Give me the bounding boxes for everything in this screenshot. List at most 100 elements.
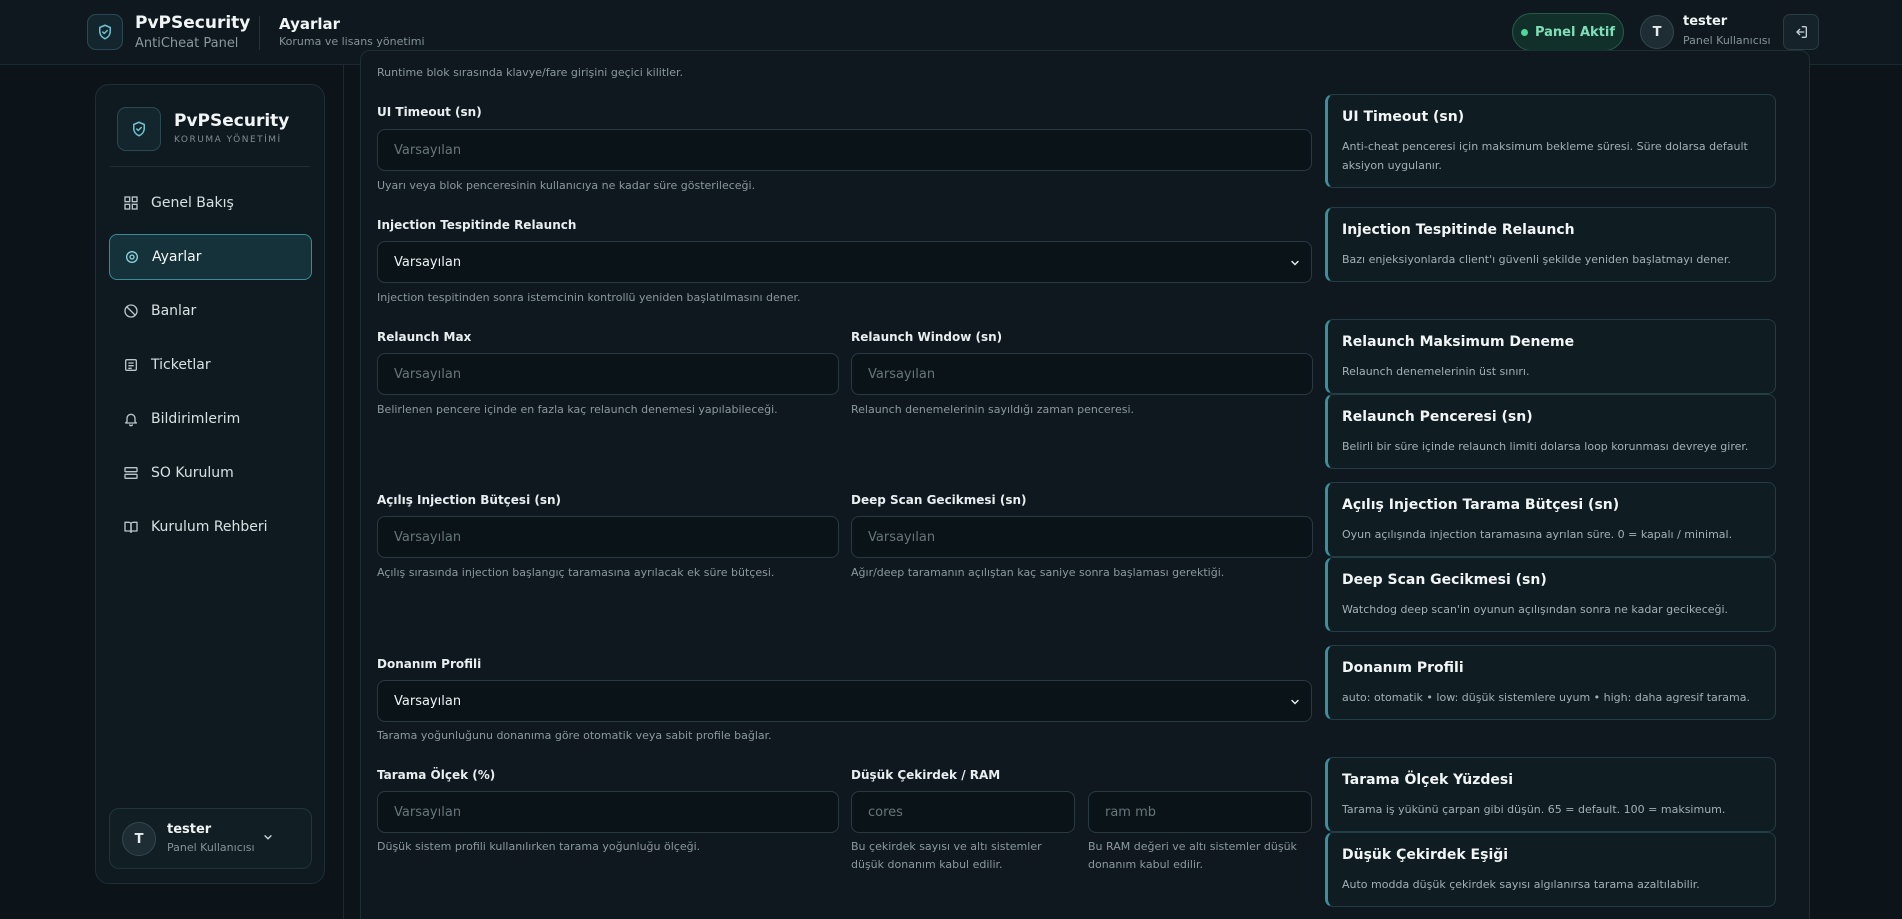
info-card-ui-timeout: UI Timeout (sn) Anti-cheat penceresi içi… xyxy=(1325,94,1776,188)
bell-icon xyxy=(125,413,137,427)
sidebar-item-bildirimlerim[interactable]: Bildirimlerim xyxy=(109,396,312,442)
info-card-title: Injection Tespitinde Relaunch xyxy=(1342,222,1575,238)
header-user-name: tester xyxy=(1683,14,1728,29)
sidebar-item-genel-bakis[interactable]: Genel Bakış xyxy=(109,180,312,226)
info-card-startup-budget: Açılış Injection Tarama Bütçesi (sn) Oyu… xyxy=(1325,482,1776,557)
info-card-title: UI Timeout (sn) xyxy=(1342,109,1465,125)
shield-check-icon xyxy=(117,107,161,151)
startup-budget-hint: Açılış sırasında injection başlangıç tar… xyxy=(377,566,775,579)
server-icon xyxy=(124,467,138,479)
low-ram-input[interactable] xyxy=(1088,791,1312,833)
ui-timeout-input[interactable] xyxy=(377,129,1312,171)
info-card-relaunch-max: Relaunch Maksimum Deneme Relaunch deneme… xyxy=(1325,319,1776,394)
injection-relaunch-value: Varsayılan xyxy=(394,254,462,270)
relaunch-window-label: Relaunch Window (sn) xyxy=(851,330,1003,344)
info-card-deep-scan-delay: Deep Scan Gecikmesi (sn) Watchdog deep s… xyxy=(1325,557,1776,632)
injection-relaunch-hint: Injection tespitinden sonra istemcinin k… xyxy=(377,291,801,304)
chevron-down-icon xyxy=(264,835,272,840)
info-card-hardware-profile: Donanım Profili auto: otomatik • low: dü… xyxy=(1325,645,1776,720)
sidebar-item-ticketlar[interactable]: Ticketlar xyxy=(109,342,312,388)
deep-scan-delay-hint: Ağır/deep taramanın açılıştan kaç saniye… xyxy=(851,566,1225,579)
ui-timeout-label: UI Timeout (sn) xyxy=(377,105,482,119)
info-card-title: Düşük Çekirdek Eşiği xyxy=(1342,847,1509,863)
low-core-ram-label: Düşük Çekirdek / RAM xyxy=(851,768,1001,782)
deep-scan-delay-input[interactable] xyxy=(851,516,1313,558)
hardware-profile-hint: Tarama yoğunluğunu donanıma göre otomati… xyxy=(377,729,772,742)
deep-scan-delay-label: Deep Scan Gecikmesi (sn) xyxy=(851,493,1027,507)
info-card-desc: Oyun açılışında injection taramasına ayr… xyxy=(1342,528,1733,541)
sidebar-item-so-kurulum[interactable]: SO Kurulum xyxy=(109,450,312,496)
sidebar-tagline: KORUMA YÖNETİMİ xyxy=(174,135,282,145)
info-card-desc: Tarama iş yükünü çarpan gibi düşün. 65 =… xyxy=(1342,803,1726,816)
hardware-profile-select[interactable]: Varsayılan xyxy=(377,680,1312,722)
scan-scale-label: Tarama Ölçek (%) xyxy=(377,768,496,782)
page-subtitle: Koruma ve lisans yönetimi xyxy=(279,35,425,48)
scan-scale-input[interactable] xyxy=(377,791,839,833)
info-card-title: Donanım Profili xyxy=(1342,660,1464,676)
brand-subtitle: AntiCheat Panel xyxy=(135,36,239,51)
sidebar-divider xyxy=(110,166,310,167)
dashboard-grid-icon xyxy=(124,196,138,210)
info-card-injection-relaunch: Injection Tespitinde Relaunch Bazı enjek… xyxy=(1325,207,1776,282)
sidebar-item-kurulum-rehberi[interactable]: Kurulum Rehberi xyxy=(109,504,312,550)
info-card-low-core: Düşük Çekirdek Eşiği Auto modda düşük çe… xyxy=(1325,832,1776,907)
info-card-title: Relaunch Maksimum Deneme xyxy=(1342,334,1575,350)
brand-name: PvPSecurity xyxy=(135,13,251,33)
status-dot-icon xyxy=(1520,28,1528,36)
content-divider xyxy=(343,65,344,919)
sidebar-item-label: Ticketlar xyxy=(151,357,211,373)
sidebar-user-menu[interactable]: T tester Panel Kullanıcısı xyxy=(109,808,312,869)
sidebar-user-role: Panel Kullanıcısı xyxy=(167,841,255,854)
hardware-profile-label: Donanım Profili xyxy=(377,657,482,671)
avatar: T xyxy=(122,822,156,856)
status-label: Panel Aktif xyxy=(1534,24,1616,40)
status-badge: Panel Aktif xyxy=(1512,13,1624,51)
runtime-block-hint: Runtime blok sırasında klavye/fare giriş… xyxy=(377,66,683,79)
injection-relaunch-select[interactable]: Varsayılan xyxy=(377,241,1312,283)
low-cores-hint: Bu çekirdek sayısı ve altı sistemler düş… xyxy=(851,840,1042,871)
ticket-icon xyxy=(125,359,137,371)
sidebar-item-label: Banlar xyxy=(151,303,197,319)
sidebar-item-label: Kurulum Rehberi xyxy=(151,519,268,535)
sidebar: PvPSecurity KORUMA YÖNETİMİ Genel Bakış … xyxy=(95,84,325,884)
sidebar-item-label: SO Kurulum xyxy=(151,465,234,481)
avatar[interactable]: T xyxy=(1640,15,1674,49)
header-divider xyxy=(259,16,260,50)
ban-icon xyxy=(124,304,138,318)
info-card-desc: Anti-cheat penceresi için maksimum bekle… xyxy=(1342,140,1748,172)
hardware-profile-value: Varsayılan xyxy=(394,693,462,709)
low-cores-input[interactable] xyxy=(851,791,1075,833)
relaunch-window-input[interactable] xyxy=(851,353,1313,395)
info-card-desc: Belirli bir süre içinde relaunch limiti … xyxy=(1342,440,1749,453)
startup-budget-label: Açılış Injection Bütçesi (sn) xyxy=(377,493,562,507)
shield-check-icon xyxy=(87,14,123,50)
info-card-title: Açılış Injection Tarama Bütçesi (sn) xyxy=(1342,497,1620,513)
startup-budget-input[interactable] xyxy=(377,516,839,558)
sidebar-item-label: Ayarlar xyxy=(152,249,202,265)
book-icon xyxy=(124,521,138,533)
sidebar-item-banlar[interactable]: Banlar xyxy=(109,288,312,334)
logout-button[interactable] xyxy=(1783,14,1819,50)
scan-scale-hint: Düşük sistem profili kullanılırken taram… xyxy=(377,840,701,853)
chevron-down-icon xyxy=(1291,699,1299,705)
info-card-desc: Bazı enjeksiyonlarda client'ı güvenli şe… xyxy=(1342,253,1731,266)
low-ram-hint: Bu RAM değeri ve altı sistemler düşük do… xyxy=(1088,840,1297,871)
chevron-down-icon xyxy=(1291,260,1299,266)
sidebar-item-label: Bildirimlerim xyxy=(151,411,241,427)
info-card-desc: auto: otomatik • low: düşük sistemlere u… xyxy=(1342,691,1750,704)
info-card-title: Deep Scan Gecikmesi (sn) xyxy=(1342,572,1547,588)
relaunch-max-hint: Belirlenen pencere içinde en fazla kaç r… xyxy=(377,403,778,416)
info-card-title: Relaunch Penceresi (sn) xyxy=(1342,409,1533,425)
sidebar-brand: PvPSecurity xyxy=(174,111,290,131)
sidebar-item-ayarlar[interactable]: Ayarlar xyxy=(109,234,312,280)
sidebar-item-label: Genel Bakış xyxy=(151,195,234,211)
injection-relaunch-label: Injection Tespitinde Relaunch xyxy=(377,218,577,232)
sidebar-user-name: tester xyxy=(167,822,212,837)
relaunch-window-hint: Relaunch denemelerinin sayıldığı zaman p… xyxy=(851,403,1135,416)
ui-timeout-hint: Uyarı veya blok penceresinin kullanıcıya… xyxy=(377,179,756,192)
info-card-desc: Relaunch denemelerinin üst sınırı. xyxy=(1342,365,1530,378)
info-card-scan-scale: Tarama Ölçek Yüzdesi Tarama iş yükünü ça… xyxy=(1325,757,1776,832)
relaunch-max-input[interactable] xyxy=(377,353,839,395)
info-card-relaunch-window: Relaunch Penceresi (sn) Belirli bir süre… xyxy=(1325,394,1776,469)
relaunch-max-label: Relaunch Max xyxy=(377,330,472,344)
